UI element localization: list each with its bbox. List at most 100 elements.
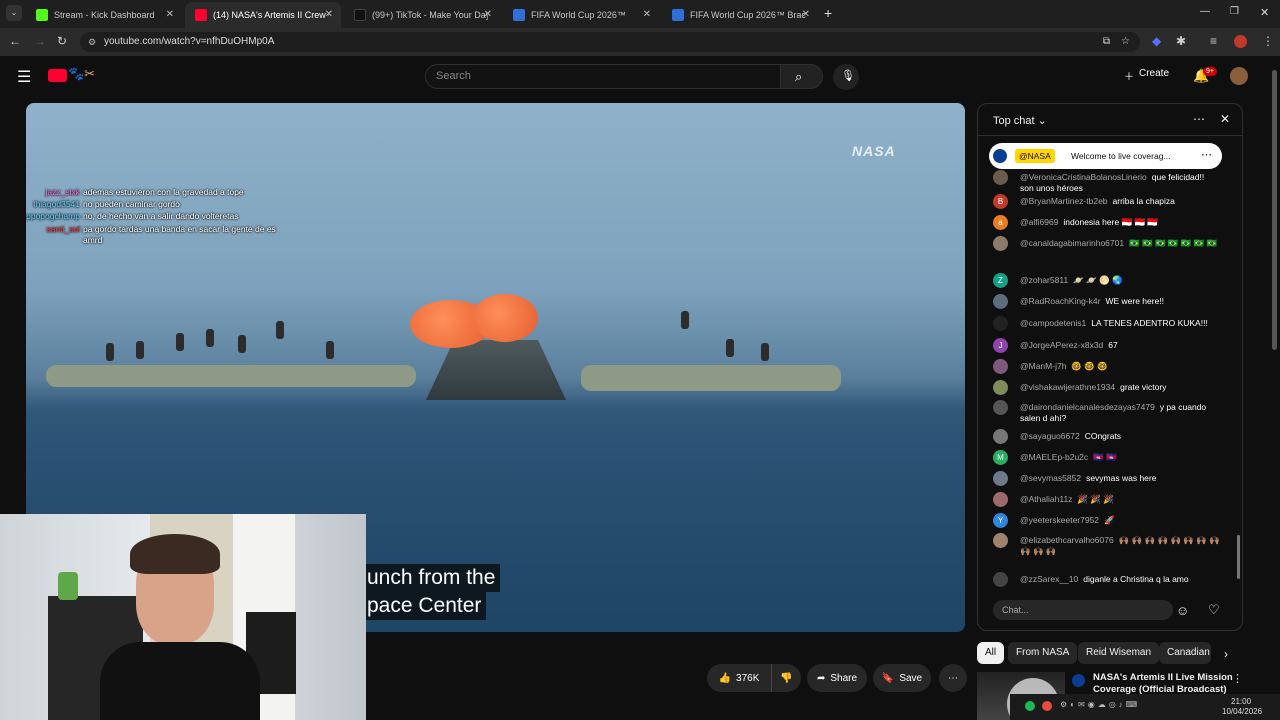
chat-avatar[interactable]: a: [993, 215, 1008, 230]
close-icon[interactable]: ✕: [484, 9, 492, 20]
tab-search-icon[interactable]: ⌄: [6, 5, 22, 21]
chat-username[interactable]: @JorgeAPerez-x8x3d: [1020, 340, 1103, 350]
doodle-icon[interactable]: 🐾✂: [68, 66, 95, 82]
more-dots-icon[interactable]: ⋮: [1232, 672, 1243, 685]
reading-list-icon[interactable]: ≡: [1210, 34, 1217, 48]
live-chat-panel: Top chat ⌄ ⋯ ✕ @NASA Welcome to live cov…: [977, 103, 1243, 631]
more-actions-button[interactable]: ⋯: [939, 664, 967, 692]
close-window-icon[interactable]: ✕: [1260, 6, 1269, 19]
chat-avatar[interactable]: M: [993, 450, 1008, 465]
chip-canadian[interactable]: Canadian: [1159, 642, 1211, 664]
heart-icon[interactable]: ♡: [1208, 602, 1220, 618]
user-avatar[interactable]: [1230, 67, 1248, 85]
chat-username[interactable]: @sayaguo6672: [1020, 431, 1080, 441]
spotify-icon[interactable]: [1025, 701, 1035, 711]
chat-username[interactable]: @zohar5811: [1020, 275, 1068, 285]
chat-avatar[interactable]: B: [993, 194, 1008, 209]
chat-avatar[interactable]: Y: [993, 513, 1008, 528]
page-scrollbar[interactable]: [1272, 70, 1277, 350]
chat-avatar[interactable]: [993, 316, 1008, 331]
chat-username[interactable]: @sevymas5852: [1020, 473, 1081, 483]
save-button[interactable]: 🔖 Save: [873, 664, 931, 692]
chat-avatar[interactable]: [993, 380, 1008, 395]
like-button[interactable]: 👍 376K: [707, 664, 771, 692]
chat-username[interactable]: @VeronicaCristinaBolanosLinerio: [1020, 172, 1147, 182]
chat-avatar[interactable]: J: [993, 338, 1008, 353]
chat-avatar[interactable]: [993, 400, 1008, 415]
search-input[interactable]: Search: [425, 64, 781, 89]
chat-username[interactable]: @zzSarex__10: [1020, 574, 1078, 584]
chevron-right-icon[interactable]: ›: [1224, 647, 1228, 661]
chip-all[interactable]: All: [977, 642, 1005, 664]
tab-kick[interactable]: Stream - Kick Dashboard ✕: [26, 2, 182, 28]
close-icon[interactable]: ✕: [166, 9, 174, 20]
chat-avatar[interactable]: [993, 533, 1008, 548]
chat-username[interactable]: @ManM-j7h: [1020, 361, 1066, 371]
chat-scrollbar[interactable]: [1237, 535, 1240, 579]
site-info-icon[interactable]: ⚙: [88, 32, 96, 52]
chat-username[interactable]: @vishakawijerathne1934: [1020, 382, 1115, 392]
chat-username[interactable]: @yeeterskeeter7952: [1020, 515, 1099, 525]
chat-avatar[interactable]: [993, 236, 1008, 251]
dislike-button[interactable]: 👎: [771, 664, 801, 692]
chat-username[interactable]: @dairondanielcanalesdezayas7479: [1020, 402, 1155, 412]
create-button[interactable]: ＋ Create: [1124, 68, 1169, 83]
browser-window: ⌄ Stream - Kick Dashboard ✕ (14) NASA's …: [0, 0, 1280, 720]
extension-icon[interactable]: ◆: [1152, 34, 1161, 48]
menu-dots-icon[interactable]: ⋮: [1262, 34, 1274, 48]
app-icon[interactable]: [1042, 701, 1052, 711]
share-button[interactable]: ➦ Share: [807, 664, 867, 692]
chat-avatar[interactable]: [993, 294, 1008, 309]
extensions-puzzle-icon[interactable]: ✱: [1176, 34, 1186, 48]
minimize-icon[interactable]: —: [1200, 6, 1210, 17]
chat-username[interactable]: @MAELEp-b2u2c: [1020, 452, 1088, 462]
chat-username[interactable]: @campodetenis1: [1020, 318, 1086, 328]
chat-username[interactable]: @BryanMartinez-tb2eb: [1020, 196, 1108, 206]
address-bar[interactable]: ⚙ youtube.com/watch?v=nfhDuOHMp0A ☆ ⧉: [80, 32, 1140, 52]
chat-avatar[interactable]: [993, 359, 1008, 374]
reload-icon[interactable]: ↻: [57, 34, 67, 48]
search-button[interactable]: ⌕: [781, 64, 823, 89]
voice-search-button[interactable]: 🎙: [833, 64, 859, 90]
more-dots-icon[interactable]: ⋯: [1201, 148, 1212, 161]
chat-username[interactable]: @Athaliah11z: [1020, 494, 1072, 504]
bookmark-star-icon[interactable]: ☆: [1121, 32, 1130, 52]
chat-avatar[interactable]: [993, 492, 1008, 507]
chat-avatar[interactable]: [993, 429, 1008, 444]
chat-username[interactable]: @alfi6969: [1020, 217, 1058, 227]
chat-username[interactable]: @elizabethcarvalho6076: [1020, 535, 1114, 545]
new-tab-button[interactable]: +: [824, 5, 832, 21]
tab-youtube[interactable]: (14) NASA's Artemis II Crew Co ✕: [185, 2, 341, 28]
forward-icon[interactable]: →: [34, 34, 46, 48]
tab-tiktok[interactable]: (99+) TikTok - Make Your Day ✕: [344, 2, 500, 28]
close-icon[interactable]: ✕: [325, 9, 333, 20]
youtube-logo[interactable]: [48, 69, 67, 82]
recommended-title[interactable]: NASA's Artemis II Live Mission Coverage …: [1093, 672, 1233, 696]
emoji-icon[interactable]: ☺: [1176, 603, 1189, 618]
pinned-message[interactable]: @NASA Welcome to live coverag... ⋯: [989, 143, 1222, 169]
chip-from-nasa[interactable]: From NASA: [1008, 642, 1078, 664]
chip-reid-wiseman[interactable]: Reid Wiseman: [1078, 642, 1160, 664]
tray-icons[interactable]: ⚙◐✉◉☁◎♪⌨: [1060, 700, 1140, 709]
channel-avatar[interactable]: [1072, 674, 1085, 687]
close-icon[interactable]: ✕: [1220, 112, 1230, 126]
hamburger-menu-icon[interactable]: ☰: [17, 67, 31, 87]
close-icon[interactable]: ✕: [802, 9, 810, 20]
back-icon[interactable]: ←: [9, 34, 21, 48]
chat-mode-dropdown[interactable]: Top chat ⌄: [993, 115, 1047, 127]
chat-text: WE were here!!: [1105, 296, 1165, 306]
close-icon[interactable]: ✕: [643, 9, 651, 20]
profile-avatar[interactable]: [1234, 35, 1247, 48]
restore-icon[interactable]: ❐: [1230, 6, 1239, 17]
chat-avatar[interactable]: [993, 471, 1008, 486]
chat-avatar[interactable]: [993, 170, 1008, 185]
install-icon[interactable]: ⧉: [1103, 32, 1110, 52]
more-dots-icon[interactable]: ⋯: [1193, 112, 1205, 126]
tab-fifa[interactable]: FIFA World Cup 2026™ ✕: [503, 2, 659, 28]
chat-avatar[interactable]: [993, 572, 1008, 587]
chat-avatar[interactable]: Z: [993, 273, 1008, 288]
tab-fifa-bracket[interactable]: FIFA World Cup 2026™ Bracket ✕: [662, 2, 818, 28]
chat-username[interactable]: @canaldagabimarinho6701: [1020, 238, 1124, 248]
chat-username[interactable]: @RadRoachKing-k4r: [1020, 296, 1100, 306]
chat-input[interactable]: Chat...: [993, 600, 1173, 620]
